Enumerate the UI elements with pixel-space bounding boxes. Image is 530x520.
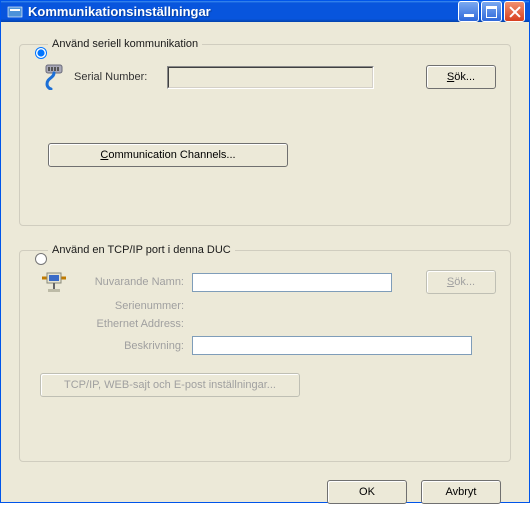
window-root: Kommunikationsinställningar Använd serie… [0,0,530,503]
tcp-serial-label: Serienummer: [74,300,192,312]
communication-channels-button[interactable]: Communication Channels... [48,143,288,167]
tcp-description-label: Beskrivning: [74,340,192,352]
ok-button[interactable]: OK [327,480,407,504]
tcp-name-input[interactable] [192,273,392,292]
maximize-button[interactable] [481,1,502,22]
tcp-group: Använd en TCP/IP port i denna DUC Nuvara… [19,244,511,462]
serial-number-field[interactable] [167,66,374,89]
serial-search-button[interactable]: Sök... [426,65,496,89]
tcp-group-legend: Använd en TCP/IP port i denna DUC [48,244,235,256]
minimize-button[interactable] [458,1,479,22]
serial-group: Använd seriell kommunikation Serial Numb… [19,38,511,226]
tcp-name-label: Nuvarande Namn: [74,276,192,288]
serial-number-value [168,67,373,88]
app-icon [7,4,23,20]
tcp-settings-button: TCP/IP, WEB-sajt och E-post inställninga… [40,373,300,397]
cancel-button[interactable]: Avbryt [421,480,501,504]
tcp-search-button: Sök... [426,270,496,294]
dialog-button-bar: OK Avbryt [19,480,511,504]
serial-group-legend: Använd seriell kommunikation [48,38,202,50]
serial-icon [34,64,74,90]
window-title: Kommunikationsinställningar [28,4,458,19]
network-icon [34,270,74,359]
tcp-ethernet-label: Ethernet Address: [74,318,192,330]
title-bar[interactable]: Kommunikationsinställningar [1,1,529,22]
client-area: Använd seriell kommunikation Serial Numb… [1,22,529,520]
window-controls [458,1,525,22]
tcp-mode-radio[interactable] [35,253,47,265]
serial-number-label: Serial Number: [74,71,167,83]
close-button[interactable] [504,1,525,22]
tcp-description-input[interactable] [192,336,472,355]
serial-mode-radio[interactable] [35,47,47,59]
